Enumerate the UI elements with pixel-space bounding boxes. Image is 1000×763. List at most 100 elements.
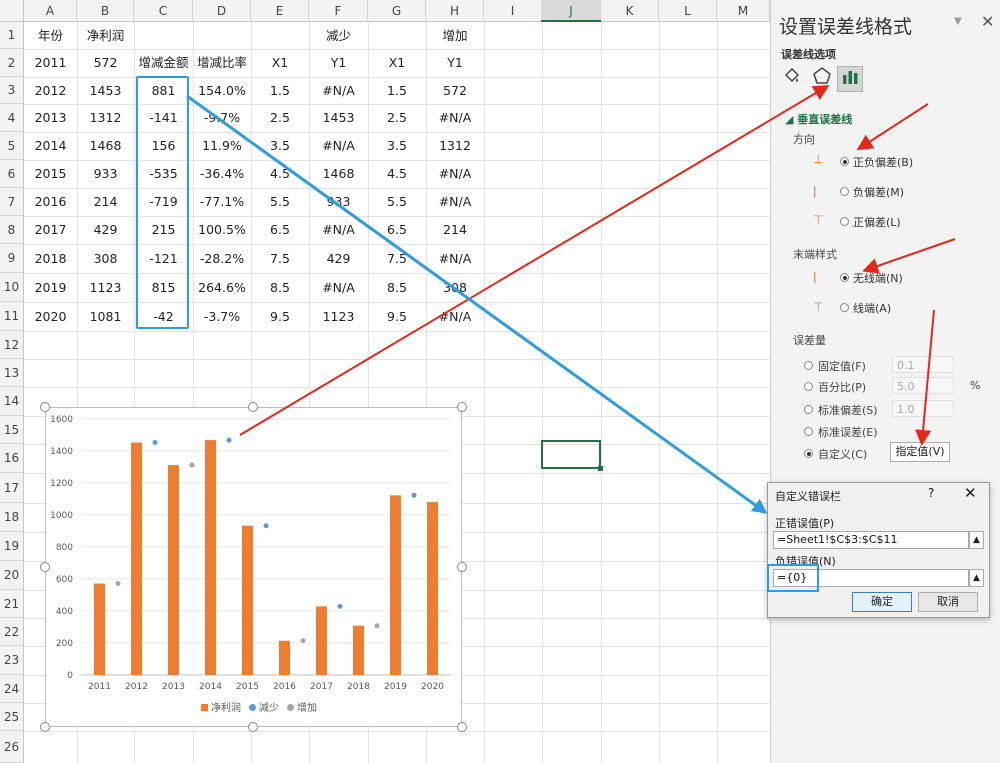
row-header-16[interactable]: 16 [0,444,24,473]
radio-minus[interactable] [840,187,849,196]
cell-header[interactable]: 年份 [24,22,77,49]
negative-collapse-icon[interactable]: ▲ [969,569,984,587]
column-header-e[interactable]: E [251,0,309,22]
table-cell[interactable]: 2020 [24,302,77,331]
pane-close-icon[interactable]: ✕ [981,12,994,31]
table-cell[interactable]: 429 [309,244,368,273]
column-header-f[interactable]: F [309,0,368,22]
table-cell[interactable]: -36.4% [193,160,251,188]
table-cell[interactable]: 572 [426,77,484,104]
fill-line-icon[interactable] [779,66,805,92]
chart-resize-handle[interactable] [457,722,467,732]
table-cell[interactable]: 4.5 [251,160,309,188]
row-header-18[interactable]: 18 [0,503,24,532]
column-header-i[interactable]: I [484,0,542,22]
chart-resize-handle[interactable] [248,722,258,732]
table-cell[interactable]: 2019 [24,273,77,302]
table-cell[interactable]: 3.5 [368,132,426,160]
table-cell[interactable]: 5.5 [251,188,309,216]
option-stderr[interactable]: 标准误差(E) [818,424,878,440]
row-header-26[interactable]: 26 [0,731,24,763]
row-header-4[interactable]: 4 [0,104,24,132]
table-cell[interactable]: 1468 [77,132,134,160]
table-cell[interactable]: #N/A [309,77,368,104]
radio-no-cap[interactable] [840,273,849,282]
table-cell[interactable]: -28.2% [193,244,251,273]
table-cell[interactable]: 2018 [24,244,77,273]
table-cell[interactable]: -9.7% [193,104,251,132]
table-cell[interactable]: 1081 [77,302,134,331]
option-no-cap[interactable]: 无线端(N) [853,270,903,286]
table-cell[interactable]: 264.6% [193,273,251,302]
table-cell[interactable]: 2017 [24,216,77,244]
combo-chart[interactable]: 0 200 400 600 800 1000 1200 1400 1600 2011 2012 201… [45,407,462,727]
table-cell[interactable]: -3.7% [193,302,251,331]
row-header-9[interactable]: 9 [0,244,24,273]
table-cell[interactable]: #N/A [426,188,484,216]
radio-plus[interactable] [840,217,849,226]
table-cell[interactable]: 1453 [309,104,368,132]
cell-header[interactable]: 减少 [309,22,368,49]
chart-resize-handle[interactable] [457,402,467,412]
table-cell[interactable]: 933 [77,160,134,188]
cell-header[interactable]: 增减比率 [193,49,251,77]
row-header-20[interactable]: 20 [0,561,24,590]
column-header-b[interactable]: B [77,0,134,22]
pane-options-dropdown-icon[interactable]: ▼ [954,16,962,27]
table-cell[interactable]: 933 [309,188,368,216]
table-cell[interactable]: #N/A [309,132,368,160]
table-cell[interactable]: 11.9% [193,132,251,160]
table-cell[interactable]: 2014 [24,132,77,160]
row-header-14[interactable]: 14 [0,387,24,416]
table-cell[interactable]: 6.5 [251,216,309,244]
positive-collapse-icon[interactable]: ▲ [969,531,984,549]
table-cell[interactable]: 154.0% [193,77,251,104]
option-both[interactable]: 正负偏差(B) [853,154,913,170]
row-header-19[interactable]: 19 [0,532,24,561]
table-cell[interactable]: -77.1% [193,188,251,216]
dialog-close-button[interactable]: ✕ [964,484,977,502]
table-cell[interactable]: 7.5 [251,244,309,273]
effects-pentagon-icon[interactable] [809,66,835,92]
table-cell[interactable]: 1453 [77,77,134,104]
table-cell[interactable]: 9.5 [251,302,309,331]
cell-header[interactable]: Y1 [309,49,368,77]
table-cell[interactable]: 1468 [309,160,368,188]
cell-header[interactable]: X1 [251,49,309,77]
column-header-l[interactable]: L [659,0,717,22]
table-cell[interactable]: 6.5 [368,216,426,244]
row-header-1[interactable]: 1 [0,22,24,49]
cell-header[interactable]: 增减金额 [134,49,193,77]
row-header-2[interactable]: 2 [0,49,24,77]
table-cell[interactable]: 308 [426,273,484,302]
row-header-6[interactable]: 6 [0,160,24,188]
chart-resize-handle[interactable] [40,402,50,412]
chart-resize-handle[interactable] [457,562,467,572]
row-header-23[interactable]: 23 [0,646,24,675]
row-header-25[interactable]: 25 [0,703,24,731]
row-header-21[interactable]: 21 [0,590,24,618]
table-cell[interactable]: 8.5 [368,273,426,302]
chart-resize-handle[interactable] [40,722,50,732]
chart-resize-handle[interactable] [248,402,258,412]
column-header-h[interactable]: H [426,0,484,22]
radio-cap[interactable] [840,303,849,312]
radio-stddev[interactable] [804,405,813,414]
row-header-12[interactable]: 12 [0,331,24,359]
table-cell[interactable]: 100.5% [193,216,251,244]
option-minus[interactable]: 负偏差(M) [853,184,904,200]
table-cell[interactable]: 9.5 [368,302,426,331]
cell-header[interactable]: 572 [77,49,134,77]
table-cell[interactable]: #N/A [426,104,484,132]
table-cell[interactable]: 5.5 [368,188,426,216]
table-cell[interactable]: 214 [77,188,134,216]
table-cell[interactable]: 2.5 [368,104,426,132]
column-header-a[interactable]: A [24,0,77,22]
table-cell[interactable]: 8.5 [251,273,309,302]
table-cell[interactable]: 3.5 [251,132,309,160]
cell-header[interactable]: 增加 [426,22,484,49]
row-header-22[interactable]: 22 [0,618,24,646]
table-cell[interactable]: 2.5 [251,104,309,132]
table-cell[interactable]: 214 [426,216,484,244]
radio-custom[interactable] [804,449,813,458]
